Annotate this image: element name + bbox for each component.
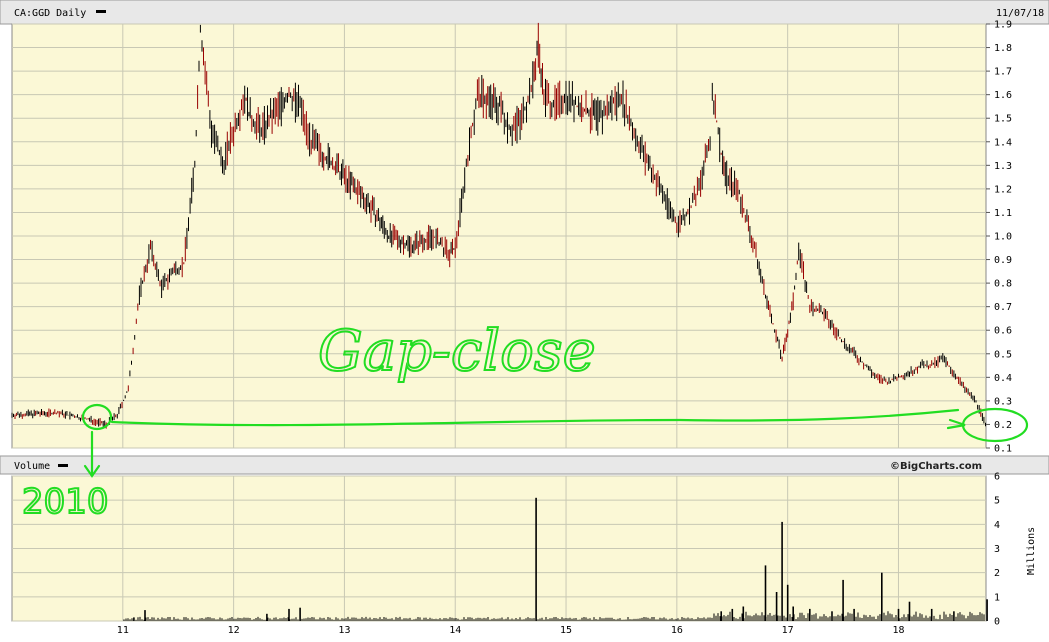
price-y-tick-label: 1.5 (994, 114, 1012, 125)
price-y-tick-label: 1.9 (994, 20, 1012, 31)
x-tick-label: 12 (228, 625, 240, 636)
x-tick-label: 13 (338, 625, 350, 636)
header-date: 11/07/18 (996, 8, 1044, 19)
volume-y-tick-label: 4 (994, 520, 1000, 531)
price-y-tick-label: 0.7 (994, 302, 1012, 313)
volume-label: Volume (14, 461, 50, 472)
price-y-tick-label: 0.1 (994, 444, 1012, 455)
volume-y-tick-label: 0 (994, 617, 1000, 628)
price-y-tick-label: 1.2 (994, 184, 1012, 195)
x-tick-label: 17 (782, 625, 794, 636)
price-y-axis: 0.1 0.2 0.3 0.4 0.5 0.6 0.7 0.8 0.9 1.0 1.1 1.2 1.3 1… (986, 20, 1012, 455)
price-y-tick-label: 1.6 (994, 90, 1012, 101)
price-y-tick-label: 0.5 (994, 349, 1012, 360)
gap-close-text: Gap-close (318, 319, 596, 384)
price-y-tick-label: 1.0 (994, 232, 1012, 243)
price-y-tick-label: 0.9 (994, 255, 1012, 266)
volume-y-tick-label: 3 (994, 544, 1000, 555)
stock-chart: CA:GGD Daily 11/07/18 0.1 0.2 0.3 0.4 0.5 0.6… (0, 0, 1049, 636)
price-y-tick-label: 0.3 (994, 396, 1012, 407)
header-dash-icon (96, 10, 106, 13)
price-y-tick-label: 0.4 (994, 373, 1012, 384)
year-text: 2010 (22, 482, 109, 522)
volume-y-tick-label: 1 (994, 592, 1000, 603)
x-tick-label: 18 (892, 625, 904, 636)
price-y-tick-label: 0.2 (994, 420, 1012, 431)
x-tick-label: 14 (449, 625, 461, 636)
volume-y-tick-label: 5 (994, 496, 1000, 507)
header-symbol: CA:GGD Daily (14, 8, 86, 19)
volume-unit-label: Millions (1026, 527, 1037, 575)
volume-dash-icon (58, 464, 68, 467)
price-y-tick-label: 0.8 (994, 279, 1012, 290)
header-bar (0, 0, 1049, 25)
price-y-tick-label: 1.7 (994, 67, 1012, 78)
price-y-tick-label: 1.1 (994, 208, 1012, 219)
volume-y-tick-label: 6 (994, 472, 1000, 483)
price-y-tick-label: 1.3 (994, 161, 1012, 172)
x-tick-label: 15 (560, 625, 572, 636)
x-tick-label: 16 (671, 625, 683, 636)
brand-label: ©BigCharts.com (890, 461, 982, 472)
x-axis: 11 12 13 14 15 16 17 18 (117, 625, 905, 636)
volume-y-axis: 0 1 2 3 4 5 6 (994, 472, 1000, 628)
x-tick-label: 11 (117, 625, 129, 636)
price-y-tick-label: 0.6 (994, 326, 1012, 337)
volume-y-tick-label: 2 (994, 568, 1000, 579)
price-y-tick-label: 1.8 (994, 43, 1012, 54)
price-y-tick-label: 1.4 (994, 137, 1012, 148)
